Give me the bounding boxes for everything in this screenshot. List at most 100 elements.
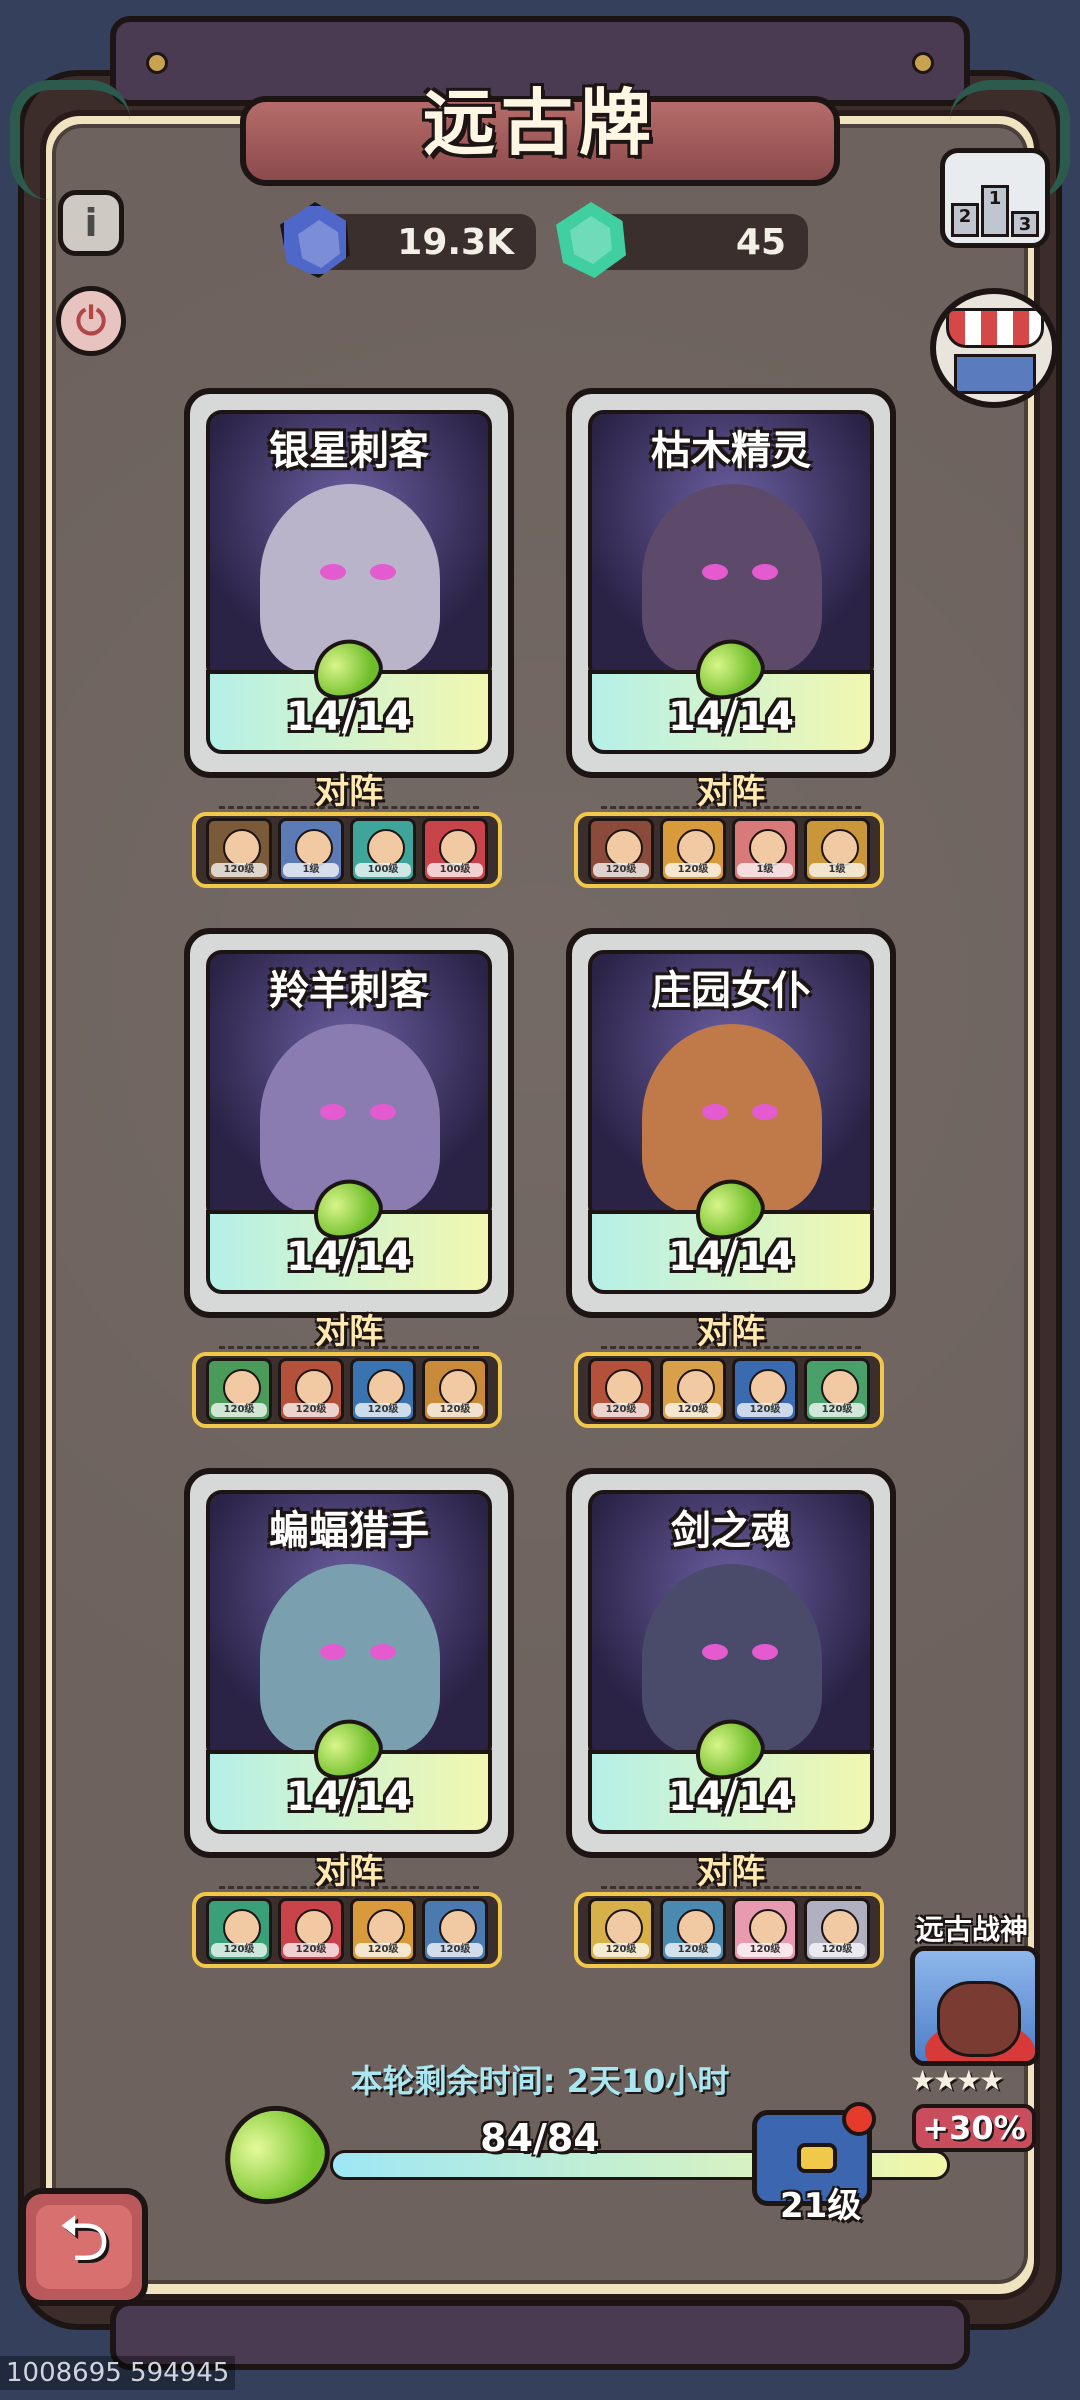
debug-id: 1008695 594945 <box>0 2356 236 2390</box>
level-badge: 120级 <box>737 1403 793 1417</box>
opponent-hero-avatar[interactable]: 120级 <box>206 1358 272 1422</box>
shop-icon <box>946 308 1044 348</box>
card-count: 14/14 <box>286 1774 412 1820</box>
level-badge: 120级 <box>355 1943 411 1957</box>
green-gem-amount: 45 <box>735 221 786 263</box>
hero-card[interactable]: 庄园女仆 14/14 <box>566 928 896 1328</box>
level-badge: 100级 <box>355 863 411 877</box>
chest-lock-icon <box>797 2143 837 2173</box>
opponent-hero-avatar[interactable]: 120级 <box>350 1898 416 1962</box>
opponent-lineup[interactable]: 120级 1级 100级 100级 <box>192 812 502 888</box>
hero-card[interactable]: 剑之魂 14/14 <box>566 1468 896 1868</box>
refresh-button[interactable]: ⏻ <box>56 286 126 356</box>
hero-name: 剑之魂 <box>671 1508 791 1554</box>
level-badge: 120级 <box>211 1403 267 1417</box>
divider <box>219 806 479 809</box>
level-badge: 120级 <box>355 1403 411 1417</box>
star-rating: ★★★★ <box>910 2064 1004 2097</box>
opponent-hero-avatar[interactable]: 120级 <box>278 1358 344 1422</box>
card-count: 14/14 <box>286 694 412 740</box>
level-badge: 120级 <box>809 1943 865 1957</box>
hero-card[interactable]: 枯木精灵 14/14 <box>566 388 896 788</box>
avatar-face <box>749 1369 787 1407</box>
avatar-face <box>367 1909 405 1947</box>
leaderboard-button[interactable]: 2 1 3 <box>940 148 1050 248</box>
level-badge: 120级 <box>665 863 721 877</box>
hero-card[interactable]: 羚羊刺客 14/14 <box>184 928 514 1328</box>
opponent-lineup[interactable]: 120级 120级 120级 120级 <box>192 1892 502 1968</box>
hero-name: 枯木精灵 <box>651 428 811 474</box>
opponent-hero-avatar[interactable]: 120级 <box>660 818 726 882</box>
avatar-face <box>821 1909 859 1947</box>
opponent-hero-avatar[interactable]: 1级 <box>732 818 798 882</box>
bolt-decoration <box>146 52 168 74</box>
opponent-hero-avatar[interactable]: 120级 <box>732 1898 798 1962</box>
card-count: 14/14 <box>668 694 794 740</box>
hero-name: 羚羊刺客 <box>269 968 429 1014</box>
avatar-face <box>439 1369 477 1407</box>
opponent-hero-avatar[interactable]: 120级 <box>206 818 272 882</box>
level-badge: 120级 <box>427 1943 483 1957</box>
avatar-face <box>367 829 405 867</box>
avatar-face <box>677 1909 715 1947</box>
hero-card[interactable]: 蝙蝠猎手 14/14 <box>184 1468 514 1868</box>
hero-eye <box>320 564 346 580</box>
avatar-face <box>223 829 261 867</box>
bottom-rim <box>110 2300 970 2370</box>
opponent-lineup[interactable]: 120级 120级 120级 120级 <box>574 1892 884 1968</box>
opponent-hero-avatar[interactable]: 120级 <box>422 1358 488 1422</box>
level-badge: 120级 <box>283 1943 339 1957</box>
opponent-hero-avatar[interactable]: 120级 <box>804 1898 870 1962</box>
opponent-hero-avatar[interactable]: 120级 <box>422 1898 488 1962</box>
opponent-hero-avatar[interactable]: 120级 <box>350 1358 416 1422</box>
opponent-lineup[interactable]: 120级 120级 1级 1级 <box>574 812 884 888</box>
divider <box>601 806 861 809</box>
avatar-face <box>295 829 333 867</box>
bonus-badge: +30% <box>912 2104 1036 2152</box>
shop-counter <box>954 354 1036 394</box>
avatar-face <box>605 829 643 867</box>
god-face <box>937 1981 1021 2057</box>
back-arrow-icon: ⮌ <box>36 2202 132 2289</box>
opponent-hero-avatar[interactable]: 120级 <box>206 1898 272 1962</box>
hero-name: 银星刺客 <box>269 428 429 474</box>
divider <box>219 1886 479 1889</box>
opponent-hero-avatar[interactable]: 100级 <box>350 818 416 882</box>
opponent-hero-avatar[interactable]: 120级 <box>660 1358 726 1422</box>
avatar-face <box>439 1909 477 1947</box>
hero-name: 庄园女仆 <box>651 968 811 1014</box>
opponent-hero-avatar[interactable]: 120级 <box>278 1898 344 1962</box>
avatar-face <box>605 1369 643 1407</box>
power-icon: ⏻ <box>75 298 107 343</box>
avatar-face <box>821 1369 859 1407</box>
ancient-god-portrait[interactable] <box>910 1946 1040 2066</box>
hero-eye <box>752 1104 778 1120</box>
hero-eye <box>370 564 396 580</box>
hero-name: 蝙蝠猎手 <box>269 1508 429 1554</box>
opponent-hero-avatar[interactable]: 100级 <box>422 818 488 882</box>
opponent-hero-avatar[interactable]: 120级 <box>804 1358 870 1422</box>
opponent-hero-avatar[interactable]: 120级 <box>588 1358 654 1422</box>
back-button[interactable]: ⮌ <box>20 2188 148 2306</box>
opponent-hero-avatar[interactable]: 120级 <box>588 1898 654 1962</box>
level-badge: 120级 <box>593 1943 649 1957</box>
level-badge: 120级 <box>211 1943 267 1957</box>
hero-eye <box>752 564 778 580</box>
opponent-hero-avatar[interactable]: 120级 <box>732 1358 798 1422</box>
avatar-face <box>295 1909 333 1947</box>
opponent-lineup[interactable]: 120级 120级 120级 120级 <box>192 1352 502 1428</box>
opponent-hero-avatar[interactable]: 120级 <box>660 1898 726 1962</box>
level-badge: 120级 <box>593 1403 649 1417</box>
card-count: 14/14 <box>668 1774 794 1820</box>
opponent-hero-avatar[interactable]: 1级 <box>278 818 344 882</box>
bolt-decoration <box>912 52 934 74</box>
hero-card[interactable]: 银星刺客 14/14 <box>184 388 514 788</box>
opponent-hero-avatar[interactable]: 120级 <box>588 818 654 882</box>
avatar-face <box>439 829 477 867</box>
opponent-lineup[interactable]: 120级 120级 120级 120级 <box>574 1352 884 1428</box>
info-button[interactable]: i <box>58 190 124 256</box>
opponent-hero-avatar[interactable]: 1级 <box>804 818 870 882</box>
level-badge: 1级 <box>809 863 865 877</box>
podium-icon: 3 <box>1011 211 1039 237</box>
shop-button[interactable] <box>930 288 1058 408</box>
